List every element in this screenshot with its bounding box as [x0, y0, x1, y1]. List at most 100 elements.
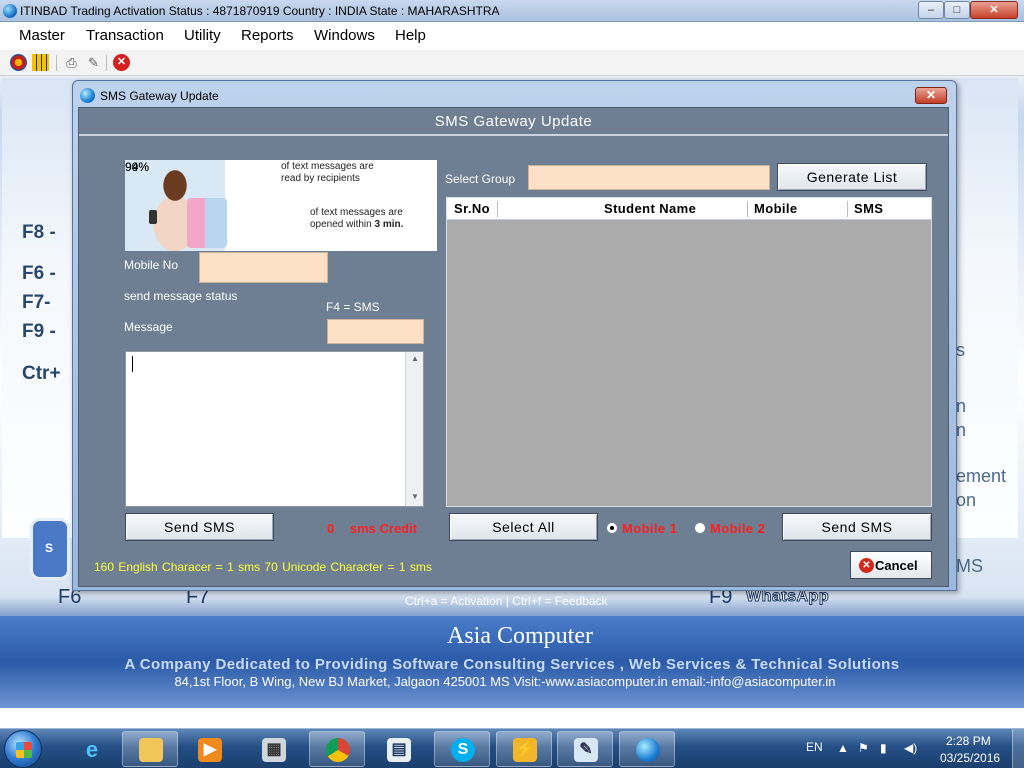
taskbar-notepad[interactable]: ✎ [557, 731, 613, 767]
taskbar-calculator[interactable]: ▦ [245, 731, 301, 767]
close-button[interactable]: ✕ [970, 1, 1018, 19]
bg-sms-badge: S [30, 518, 70, 580]
menu-transaction[interactable]: Transaction [86, 27, 164, 44]
taskbar-app-bolt[interactable]: ⚡ [496, 731, 552, 767]
menu-utility[interactable]: Utility [184, 27, 221, 44]
radio-mobile-2-label[interactable]: Mobile 2 [710, 521, 765, 536]
tools-icon[interactable]: ✎ [85, 54, 102, 71]
cancel-button[interactable]: ✕ Cancel [850, 551, 932, 579]
network-icon[interactable]: ▮ [880, 741, 887, 755]
main-window-title: ITINBAD Trading Activation Status : 4871… [20, 4, 500, 18]
bg-sms-badge-letter: S [45, 541, 54, 555]
f4-sms-label: F4 = SMS [326, 300, 380, 314]
dialog-header: SMS Gateway Update [79, 108, 948, 136]
message-scrollbar[interactable]: ▲ ▼ [405, 352, 423, 506]
menu-bar: Master Transaction Utility Reports Windo… [0, 22, 1024, 50]
language-indicator[interactable]: EN [806, 740, 823, 754]
start-button[interactable] [4, 730, 42, 768]
grid-icon[interactable] [32, 54, 49, 71]
taskbar-globe-app[interactable] [619, 731, 675, 767]
select-all-button[interactable]: Select All [449, 513, 598, 541]
send-sms-left-button[interactable]: Send SMS [125, 513, 274, 541]
mobile-no-label: Mobile No [124, 258, 179, 272]
taskbar-calendar-app[interactable]: ▤ [370, 731, 426, 767]
f4-sms-input[interactable] [327, 319, 424, 344]
taskbar-file-explorer[interactable] [122, 731, 178, 767]
promo-phone-icon [149, 210, 157, 224]
globe-icon[interactable] [10, 54, 27, 71]
internet-explorer-icon: e [85, 737, 99, 762]
promo-stat-94: 94% [125, 160, 150, 174]
scroll-up-arrow-icon[interactable]: ▲ [406, 354, 424, 366]
maximize-button[interactable]: □ [944, 1, 970, 19]
taskbar-skype[interactable]: S [434, 731, 490, 767]
app-bolt-icon: ⚡ [513, 738, 537, 762]
dialog-title: SMS Gateway Update [100, 89, 219, 103]
column-header-srno[interactable]: Sr.No [454, 198, 490, 220]
toolbar-separator [56, 55, 57, 71]
action-center-flag-icon[interactable]: ⚑ [858, 741, 869, 755]
radio-mobile-2[interactable] [694, 522, 706, 534]
select-group-label: Select Group [445, 172, 516, 186]
send-sms-right-button[interactable]: Send SMS [782, 513, 932, 541]
notepad-icon: ✎ [574, 738, 598, 762]
close-circle-icon[interactable]: ✕ [113, 54, 130, 71]
bg-text-fragment: ement [956, 466, 1007, 486]
menu-master[interactable]: Master [19, 27, 65, 44]
bg-shortcut-f7: F7- [22, 292, 51, 313]
radio-mobile-1-label[interactable]: Mobile 1 [622, 521, 677, 536]
text-caret [132, 356, 133, 372]
generate-list-button[interactable]: Generate List [777, 163, 927, 191]
column-separator [847, 201, 848, 217]
bg-shortcut-f8: F8 - [22, 222, 56, 243]
promo-stat1-text-1: of text messages are [281, 161, 374, 172]
company-tagline: A Company Dedicated to Providing Softwar… [124, 656, 900, 673]
message-textarea[interactable] [125, 351, 424, 507]
printer-icon[interactable]: ⎙ [63, 54, 80, 71]
volume-icon[interactable]: ◀) [904, 741, 917, 755]
shortcut-hint: Ctrl+a = Activation | Ctrl+f = Feedback [405, 594, 608, 608]
support-contact: For Support Contact @ 9209858681 [380, 712, 623, 729]
promo-stat2-text-2b: 3 min. [374, 219, 404, 230]
bg-shortcut-f9: F9 - [22, 321, 56, 342]
clock-date[interactable]: 03/25/2016 [940, 751, 1000, 765]
dialog-globe-icon [80, 88, 95, 103]
column-header-sms[interactable]: SMS [854, 198, 883, 220]
bg-text-fragment: n [956, 396, 967, 416]
bg-text-fragment: n [956, 420, 967, 440]
show-desktop-button[interactable] [1012, 729, 1024, 768]
column-header-mobile[interactable]: Mobile [754, 198, 798, 220]
student-grid[interactable] [446, 197, 932, 507]
mobile-no-input[interactable] [199, 252, 328, 283]
minimize-button[interactable]: – [918, 1, 944, 19]
media-player-icon: ▶ [198, 738, 222, 762]
app-globe-icon [3, 4, 17, 18]
taskbar-chrome[interactable] [309, 731, 365, 767]
company-address: 84,1st Floor, B Wing, New BJ Market, Jal… [174, 674, 836, 689]
menu-reports[interactable]: Reports [241, 27, 294, 44]
calendar-app-icon: ▤ [387, 738, 411, 762]
company-name: Asia Computer [447, 623, 593, 649]
toolbar: ⎙ ✎ ✕ [0, 50, 1024, 76]
toolbar-separator [106, 55, 107, 71]
file-explorer-icon [139, 738, 163, 762]
bg-shortcut-f6: F6 - [22, 263, 56, 284]
column-separator [747, 201, 748, 217]
sms-credit-label: sms Credit [349, 521, 418, 536]
show-hidden-icons-arrow-icon[interactable]: ▲ [837, 741, 849, 755]
chrome-icon [326, 738, 350, 762]
taskbar-media-player[interactable]: ▶ [181, 731, 237, 767]
radio-mobile-1[interactable] [606, 522, 618, 534]
menu-help[interactable]: Help [395, 27, 426, 44]
menu-windows[interactable]: Windows [314, 27, 375, 44]
bg-text-fragment: MS [956, 556, 983, 576]
taskbar-internet-explorer[interactable]: e [63, 731, 119, 767]
bg-text-fragment: s [956, 340, 965, 360]
promo-stat1-text-2: read by recipients [281, 173, 360, 184]
column-header-student-name[interactable]: Student Name [604, 198, 696, 220]
clock-time[interactable]: 2:28 PM [946, 734, 991, 748]
select-group-input[interactable] [528, 165, 770, 190]
scroll-down-arrow-icon[interactable]: ▼ [406, 492, 424, 504]
promo-stat2-text-2a: opened within [310, 219, 375, 230]
dialog-close-button[interactable]: ✕ [915, 87, 947, 104]
